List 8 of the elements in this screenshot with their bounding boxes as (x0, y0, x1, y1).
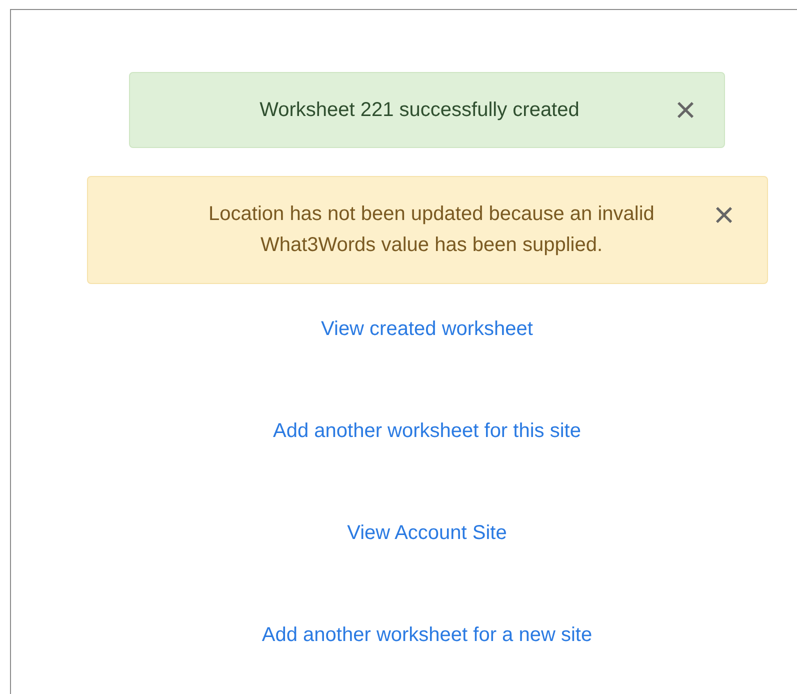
link[interactable]: Add another worksheet for a new site (262, 620, 592, 650)
alert-message: Worksheet 221 successfully created (258, 98, 580, 122)
close-button[interactable]: × (668, 92, 702, 128)
link[interactable]: View created worksheet (321, 314, 533, 344)
link[interactable]: View Account Site (347, 518, 507, 548)
link[interactable]: Add another worksheet for this site (273, 416, 581, 446)
close-button[interactable]: × (707, 197, 740, 233)
alert-message: Location has not been updated because an invalid What3Words value has been supplied. (208, 202, 656, 258)
